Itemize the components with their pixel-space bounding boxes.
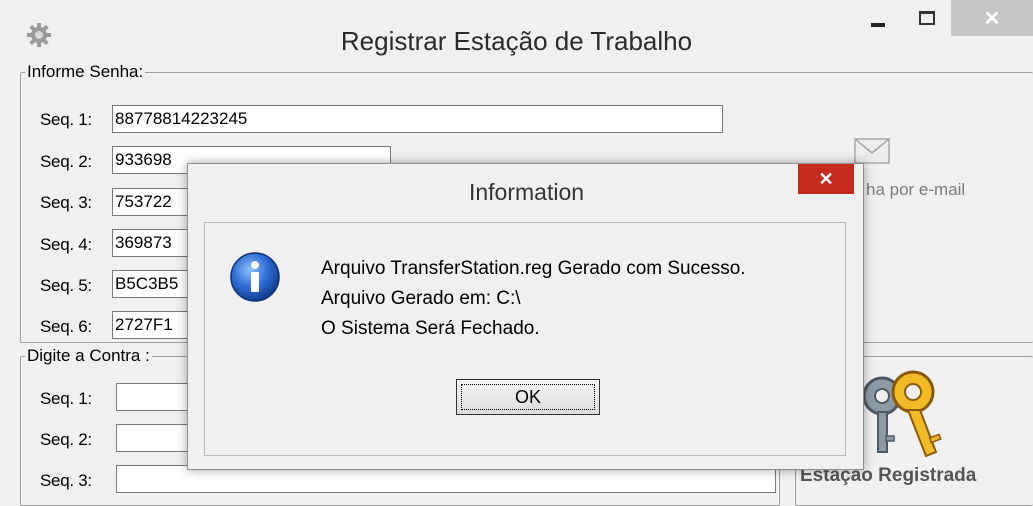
keys-icon	[862, 370, 942, 458]
contra-group-legend: Digite a Contra :	[25, 346, 152, 366]
dialog-title: Information	[468, 179, 585, 205]
send-email-link[interactable]: ha por e-mail	[866, 180, 965, 200]
ok-button[interactable]: OK	[456, 379, 600, 415]
message-line-2: Arquivo Gerado em: C:\	[321, 288, 521, 309]
senha-seq3-label: Seq. 3:	[40, 193, 92, 212]
maximize-icon	[919, 11, 935, 25]
envelope-icon[interactable]	[854, 138, 890, 164]
contra-seq1-label: Seq. 1:	[40, 389, 92, 408]
senha-group-legend: Informe Senha:	[25, 62, 146, 82]
senha-seq6-label: Seq. 6:	[40, 317, 92, 336]
info-icon	[230, 252, 280, 302]
message-line-1: Arquivo TransferStation.reg Gerado com S…	[321, 258, 746, 279]
senha-seq1-field[interactable]: 88778814223245	[112, 105, 723, 133]
maximize-button[interactable]	[905, 0, 949, 36]
senha-seq1-label: Seq. 1:	[40, 110, 92, 129]
information-dialog: Information ✕ Arquivo TransferStation.re…	[187, 163, 864, 470]
close-icon: ✕	[818, 168, 834, 189]
minimize-button[interactable]	[858, 0, 898, 36]
contra-seq2-label: Seq. 2:	[40, 430, 92, 449]
message-line-3: O Sistema Será Fechado.	[321, 318, 540, 339]
dialog-close-button[interactable]: ✕	[798, 164, 854, 194]
senha-seq5-label: Seq. 5:	[40, 276, 92, 295]
window-close-button[interactable]: ✕	[951, 0, 1033, 36]
senha-seq4-label: Seq. 4:	[40, 235, 92, 254]
focus-rect	[461, 384, 595, 410]
contra-seq3-label: Seq. 3:	[40, 471, 92, 490]
close-icon: ✕	[983, 7, 1001, 30]
minimize-icon	[871, 23, 885, 27]
senha-seq2-label: Seq. 2:	[40, 152, 92, 171]
title-bar: Registrar Estação de Trabalho ✕	[0, 0, 1033, 64]
